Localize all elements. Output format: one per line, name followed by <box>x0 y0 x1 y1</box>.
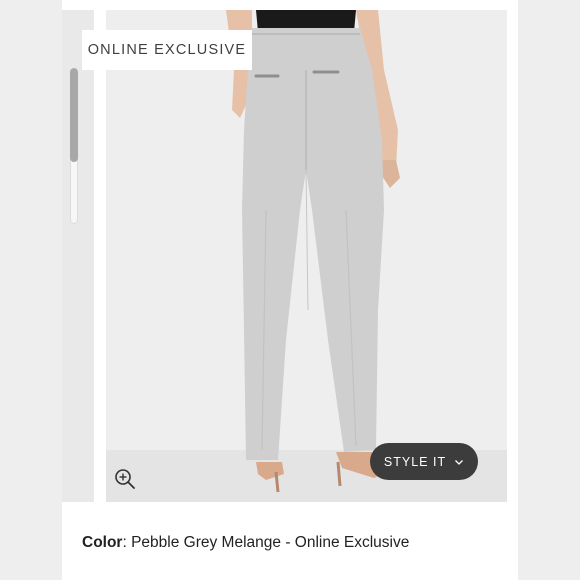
color-label: Color <box>82 534 123 551</box>
thumbnail-strip[interactable] <box>62 10 94 502</box>
thumbnail-scrollbar[interactable] <box>70 68 78 224</box>
style-it-label: STYLE IT <box>383 454 447 469</box>
style-it-button[interactable]: STYLE IT <box>370 443 478 480</box>
scrollbar-thumb[interactable] <box>70 68 78 162</box>
zoom-in-icon[interactable] <box>114 468 136 490</box>
online-exclusive-badge: ONLINE EXCLUSIVE <box>82 30 252 70</box>
product-color: Color: Pebble Grey Melange - Online Excl… <box>82 534 409 552</box>
product-viewer: ONLINE EXCLUSIVE STYLE IT Color: Pebble … <box>0 0 580 580</box>
chevron-down-icon <box>455 459 464 465</box>
color-value: Pebble Grey Melange - Online Exclusive <box>131 534 410 551</box>
color-separator: : <box>122 534 127 551</box>
badge-text: ONLINE EXCLUSIVE <box>87 42 247 58</box>
product-photo <box>106 10 507 502</box>
product-image[interactable] <box>106 10 507 502</box>
left-margin <box>0 0 62 580</box>
right-margin <box>518 0 580 580</box>
thumbnail-gap <box>94 10 106 502</box>
